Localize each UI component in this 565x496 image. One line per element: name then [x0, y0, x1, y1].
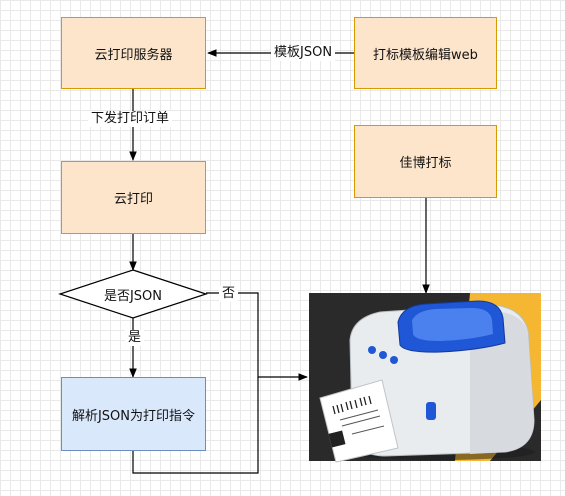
- cloud-print-label: 云打印: [113, 192, 153, 207]
- decision-label: 是否JSON: [103, 288, 163, 304]
- printer-photo: [309, 293, 541, 463]
- parse-json-label: 解析JSON为打印指令: [71, 408, 196, 424]
- cloud-print-node[interactable]: 云打印: [61, 161, 206, 234]
- edge-label-yes: 是: [125, 330, 145, 346]
- edge-label-template-json: 模板JSON: [271, 45, 336, 61]
- edge-label-send-order: 下发打印订单: [88, 111, 173, 127]
- cloud-print-server-label: 云打印服务器: [94, 47, 173, 63]
- decision-label-wrap: 是否JSON: [78, 284, 188, 304]
- jiabo-label: 佳博打标: [399, 156, 452, 171]
- template-editor-node[interactable]: 打标模板编辑web: [354, 17, 497, 89]
- edge-decision-no: [206, 292, 308, 381]
- cloud-print-server-node[interactable]: 云打印服务器: [61, 17, 206, 89]
- jiabo-node[interactable]: 佳博打标: [354, 125, 497, 198]
- template-editor-label: 打标模板编辑web: [373, 47, 478, 63]
- edge-label-no: 否: [219, 286, 239, 302]
- parse-json-node[interactable]: 解析JSON为打印指令: [61, 377, 206, 451]
